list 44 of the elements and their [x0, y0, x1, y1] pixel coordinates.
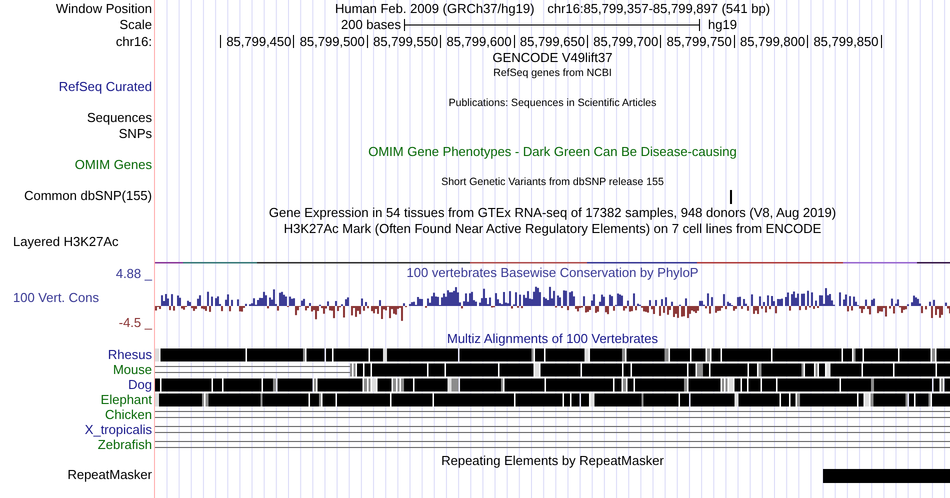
species-label[interactable]: Dog — [0, 377, 155, 392]
track-title: RefSeq genes from NCBI — [492, 66, 613, 80]
ruler-tick-label: 85,799,650 — [520, 34, 586, 50]
ruler-tick-label: 85,799,850 — [813, 34, 880, 50]
ruler-tick-label: 85,799,700 — [593, 34, 660, 50]
track-title: OMIM Gene Phenotypes - Dark Green Can Be Disease-causing — [367, 144, 738, 160]
ruler-tick-label: 85,799,500 — [300, 34, 366, 50]
track-title: Gene Expression in 54 tissues from GTEx RNA-seq of 17382 samples, 948 donors (V8, Aug 2019) — [268, 205, 838, 221]
species-label[interactable]: Mouse — [0, 362, 155, 377]
assembly-label: hg19 — [708, 16, 737, 34]
track-label[interactable]: 100 Vert. Cons — [0, 290, 155, 306]
ruler-tick-label: 85,799,450 — [226, 34, 292, 50]
ruler-tick-label: 85,799,600 — [446, 34, 513, 50]
track-label[interactable]: 4.88 _ — [0, 266, 155, 282]
track-title: Repeating Elements by RepeatMasker — [440, 453, 665, 469]
track-title: Multiz Alignments of 100 Vertebrates — [446, 331, 659, 347]
track-label: chr16: — [114, 34, 153, 50]
track-label[interactable]: OMIM Genes — [0, 157, 155, 173]
track-title: H3K27Ac Mark (Often Found Near Active Regulatory Elements) on 7 cell lines from ENCODE — [282, 221, 822, 237]
track-label[interactable]: RefSeq Curated — [0, 79, 155, 95]
track-title: 100 vertebrates Basewise Conservation by PhyloP — [406, 265, 700, 281]
variant-mark — [730, 190, 732, 204]
assembly-name: Human Feb. 2009 (GRCh37/hg19) — [334, 0, 534, 18]
species-label[interactable]: X_tropicalis — [0, 422, 155, 437]
track-label[interactable]: Sequences — [0, 110, 155, 126]
track-label[interactable]: Common dbSNP(155) — [0, 188, 155, 204]
species-label[interactable]: Elephant — [0, 392, 155, 407]
track-label: Window Position — [54, 1, 153, 17]
track-title: GENCODE V49lift37 — [492, 50, 614, 66]
track-label: Scale — [118, 17, 153, 33]
track-title: Publications: Sequences in Scientific Articles — [448, 96, 658, 110]
ruler-tick-label: 85,799,800 — [740, 34, 806, 50]
species-label[interactable]: Chicken — [0, 407, 155, 422]
species-label[interactable]: Rhesus — [0, 347, 155, 362]
track-label[interactable]: Layered H3K27Ac — [0, 234, 155, 250]
track-label[interactable]: RepeatMasker — [0, 467, 155, 483]
track-label[interactable]: SNPs — [0, 126, 155, 142]
track-label[interactable]: -4.5 _ — [0, 315, 155, 331]
species-label[interactable]: Zebrafish — [0, 437, 155, 452]
ruler-tick-label: 85,799,550 — [373, 34, 440, 50]
position-text: chr16:85,799,357-85,799,897 (541 bp) — [547, 0, 770, 18]
ruler-tick-label: 85,799,750 — [666, 34, 733, 50]
scale-length: 200 bases — [341, 16, 401, 34]
track-title: Short Genetic Variants from dbSNP release 155 — [440, 175, 665, 189]
